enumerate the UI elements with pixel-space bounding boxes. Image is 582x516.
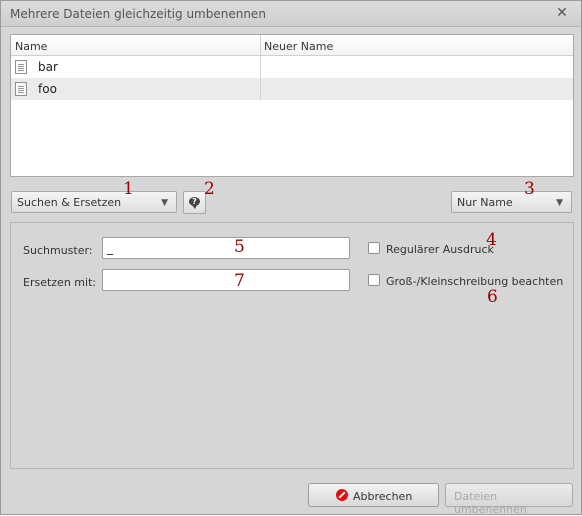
title-bar: Mehrere Dateien gleichzeitig umbenennen … (1, 1, 581, 27)
column-header-new-name[interactable]: Neuer Name (264, 40, 333, 53)
replace-with-input[interactable] (102, 269, 350, 291)
annotation-marker-2: 2 (204, 179, 215, 199)
table-row[interactable]: bar (11, 56, 573, 78)
annotation-marker-1: 1 (123, 179, 134, 199)
cell-divider (260, 78, 261, 100)
search-pattern-input[interactable]: _ (102, 237, 350, 259)
cancel-button[interactable]: Abbrechen (308, 483, 439, 507)
rename-files-button-label: Dateien umbenennen (454, 490, 527, 516)
scope-dropdown-label: Nur Name (457, 196, 513, 209)
file-name: foo (38, 82, 57, 96)
bubble-tail (192, 205, 197, 209)
annotation-marker-6: 6 (487, 287, 498, 307)
rename-dialog: Mehrere Dateien gleichzeitig umbenennen … (0, 0, 582, 516)
file-list-header: Name Neuer Name (11, 35, 573, 56)
search-pattern-value: _ (107, 241, 113, 255)
mode-dropdown-label: Suchen & Ersetzen (17, 196, 122, 209)
text-file-icon (15, 82, 27, 96)
file-name: bar (38, 60, 58, 74)
regex-checkbox-label[interactable]: Regulärer Ausdruck (386, 243, 494, 256)
search-pattern-label: Suchmuster: (23, 244, 93, 257)
cancel-icon (336, 489, 348, 501)
chevron-down-icon: ▼ (161, 198, 168, 208)
cell-divider (260, 56, 261, 78)
scope-dropdown[interactable]: Nur Name ▼ (451, 191, 572, 213)
text-file-icon (15, 60, 27, 74)
rename-files-button[interactable]: Dateien umbenennen (445, 483, 573, 516)
regex-checkbox[interactable] (368, 242, 380, 254)
window-title: Mehrere Dateien gleichzeitig umbenennen (10, 7, 266, 21)
column-header-name[interactable]: Name (15, 40, 47, 53)
annotation-marker-7: 7 (234, 271, 245, 291)
close-icon[interactable]: ✕ (553, 4, 571, 22)
case-sensitive-checkbox[interactable] (368, 274, 380, 286)
replace-with-label: Ersetzen mit: (23, 276, 97, 289)
file-list[interactable]: Name Neuer Name bar foo (10, 34, 574, 177)
help-button[interactable]: ? (183, 191, 206, 214)
mode-dropdown[interactable]: Suchen & Ersetzen ▼ (11, 191, 177, 213)
annotation-marker-3: 3 (524, 179, 535, 199)
table-row[interactable]: foo (11, 78, 573, 100)
column-divider[interactable] (260, 35, 261, 55)
chevron-down-icon: ▼ (556, 198, 563, 208)
cancel-button-label: Abbrechen (353, 490, 413, 503)
search-replace-panel (10, 222, 574, 469)
annotation-marker-5: 5 (234, 237, 245, 257)
case-sensitive-label[interactable]: Groß-/Kleinschreibung beachten (386, 275, 563, 288)
annotation-marker-4: 4 (486, 230, 497, 250)
